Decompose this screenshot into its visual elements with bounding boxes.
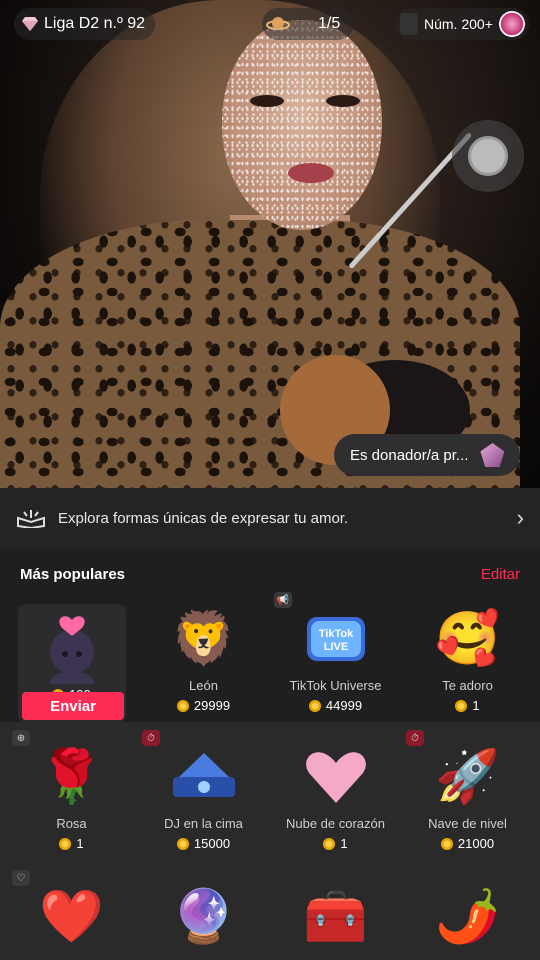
gift-name: Nave de nivel: [428, 816, 507, 831]
gift-name: DJ en la cima: [164, 816, 243, 831]
rose-icon: 🌹: [39, 748, 104, 806]
tiktok-universe-icon: TikTok LIVE: [298, 604, 374, 674]
gift-price: 1: [455, 698, 480, 713]
gift-item[interactable]: ❤️: [4, 882, 139, 952]
gift-name: León: [189, 678, 218, 693]
pager-label: 1/5: [318, 15, 341, 32]
viewer-avatar: [400, 13, 418, 35]
treasure-chest-icon: 🧰: [303, 888, 368, 946]
spaceship-icon: 🚀: [435, 748, 500, 806]
gem-icon: [480, 443, 505, 467]
gift-item[interactable]: 🧰: [268, 882, 403, 952]
diamond-icon: [22, 17, 38, 31]
lion-icon: 🦁: [171, 610, 236, 668]
gift-price: 21000: [440, 836, 494, 851]
gift-name: Rosa: [56, 816, 87, 831]
donor-text: Es donador/a pr...: [350, 446, 469, 464]
svg-text:TikTok: TikTok: [318, 628, 353, 640]
edit-button[interactable]: Editar: [481, 566, 520, 583]
gift-item[interactable]: Nube de corazón 1: [268, 742, 403, 851]
coin-icon: [59, 837, 72, 850]
hug-heart-emoji-icon: 🥰: [435, 610, 500, 668]
gift-item[interactable]: 🥰 Te adoro 1: [400, 604, 535, 713]
planet-icon: [266, 17, 290, 30]
coin-icon: [308, 699, 321, 712]
chili-pepper-icon: 🌶️: [435, 888, 500, 946]
gift-name: TikTok Universe: [289, 678, 382, 693]
heart-cloud-icon: [298, 742, 374, 812]
gift-item[interactable]: 🌶️: [400, 882, 535, 952]
gift-price: 15000: [176, 836, 230, 851]
league-badge[interactable]: Liga D2 n.º 92: [14, 8, 156, 40]
viewers-badge[interactable]: Núm. 200+: [396, 8, 529, 40]
gift-price: 1: [323, 836, 348, 851]
gift-item[interactable]: DJ en la cima 15000: [136, 742, 271, 851]
coin-icon: [455, 699, 468, 712]
dj-stage-icon: [166, 742, 242, 812]
camera-knob-icon: [468, 136, 508, 176]
pager-badge[interactable]: 1/5: [262, 8, 355, 40]
coin-icon: [323, 837, 336, 850]
gift-name: Te adoro: [442, 678, 493, 693]
live-video[interactable]: [0, 0, 540, 488]
section-title: Más populares: [20, 566, 126, 583]
open-book-icon: [17, 510, 45, 528]
left-eye: [250, 95, 284, 107]
gift-name: Nube de corazón: [285, 816, 385, 831]
magic-scroll-orb-icon: 🔮: [171, 888, 236, 946]
crowned-heart-icon: ❤️: [39, 888, 104, 946]
send-button[interactable]: Enviar: [22, 692, 124, 720]
coin-icon: [440, 837, 453, 850]
gift-price: 29999: [176, 698, 230, 713]
gift-item[interactable]: 🚀 Nave de nivel 21000: [400, 742, 535, 851]
donor-banner[interactable]: Es donador/a pr...: [334, 434, 520, 476]
host-avatar[interactable]: [498, 11, 525, 37]
right-eye: [326, 95, 360, 107]
explore-text: Explora formas únicas de expresar tu amo…: [58, 509, 349, 527]
explore-banner[interactable]: Explora formas únicas de expresar tu amo…: [0, 488, 540, 548]
gift-item[interactable]: 199: [4, 614, 139, 702]
viewers-label: Núm. 200+: [424, 16, 493, 32]
gift-price: 1: [59, 836, 84, 851]
gift-item[interactable]: 🔮: [136, 882, 271, 952]
gift-item[interactable]: 🌹 Rosa 1: [4, 742, 139, 851]
gift-price: 44999: [308, 698, 362, 713]
coin-icon: [176, 837, 189, 850]
floating-camera-button[interactable]: [452, 120, 524, 192]
coin-icon: [176, 699, 189, 712]
avatar-heart-gift-icon: [34, 614, 110, 684]
gift-item[interactable]: 🦁 León 29999: [136, 604, 271, 713]
chevron-right-icon[interactable]: ›: [517, 505, 524, 531]
lips: [288, 163, 334, 183]
league-label: Liga D2 n.º 92: [44, 15, 146, 32]
svg-text:LIVE: LIVE: [323, 641, 347, 653]
gift-item[interactable]: TikTok LIVE TikTok Universe 44999: [268, 604, 403, 713]
sparkle-filter: [222, 20, 382, 230]
